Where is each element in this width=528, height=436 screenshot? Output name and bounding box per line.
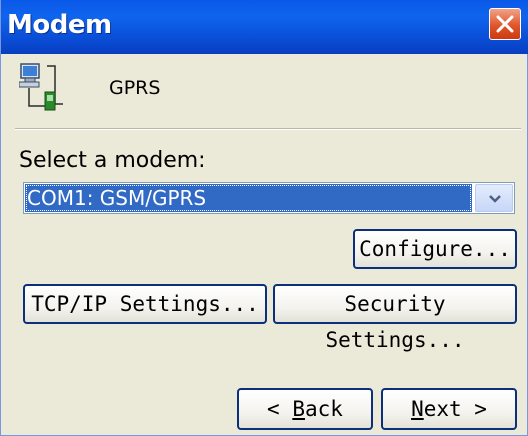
next-rest: ext > (423, 397, 487, 421)
back-prefix: < (267, 397, 293, 421)
network-connection-icon (19, 63, 63, 111)
select-modem-label: Select a modem: (19, 148, 206, 173)
configure-button[interactable]: Configure... (353, 229, 517, 269)
modem-select-value: COM1: GSM/GPRS (25, 184, 472, 212)
close-icon (496, 15, 514, 33)
title-bar: Modem (1, 0, 528, 54)
security-settings-button[interactable]: Security Settings... (273, 284, 517, 352)
separator (15, 128, 521, 130)
chevron-down-icon (489, 195, 501, 203)
back-button[interactable]: < Back (237, 388, 373, 430)
next-button[interactable]: Next > (381, 388, 517, 430)
close-button[interactable] (489, 8, 521, 40)
back-rest: ack (305, 397, 343, 421)
window-title: Modem (7, 10, 112, 40)
back-accelerator: B (292, 397, 305, 421)
tcpip-settings-button[interactable]: TCP/IP Settings... (23, 284, 267, 324)
modem-select[interactable]: COM1: GSM/GPRS (23, 182, 515, 214)
next-accelerator: N (411, 397, 424, 421)
connection-type-label: GPRS (109, 77, 161, 99)
dropdown-button[interactable] (475, 184, 513, 212)
modem-dialog: Modem GPRS Select a modem: COM1: GSM/GPR… (0, 0, 528, 436)
